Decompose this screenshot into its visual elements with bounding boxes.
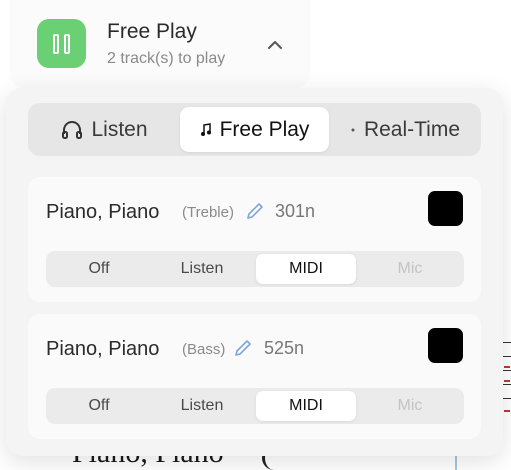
input-mode-selector: Off Listen MIDI Mic [46,388,464,424]
track-card: Piano, Piano (Bass) 525n Off Listen MIDI… [28,314,481,439]
track-clef: (Bass) [182,341,226,358]
note-mark [504,410,510,412]
mode-tabs: Listen Free Play Real-Time [28,103,481,156]
dot-icon [350,127,356,133]
play-options-panel: Listen Free Play Real-Time Piano, Piano … [6,88,503,456]
tab-free-play-label: Free Play [219,117,310,141]
input-option-mic: Mic [397,260,423,277]
tab-free-play[interactable]: Free Play [180,107,329,152]
input-option-listen[interactable]: Listen [152,391,252,421]
tab-real-time[interactable]: Real-Time [333,107,477,152]
track-name: Piano, Piano [46,338,160,360]
track-clef: (Treble) [182,204,234,221]
player-header: Free Play 2 track(s) to play [10,0,310,88]
track-color-swatch[interactable] [428,191,463,226]
track-note-count: 525n [264,338,305,358]
staff-line [502,398,511,399]
input-option-off[interactable]: Off [49,391,149,421]
input-option-listen[interactable]: Listen [152,254,252,284]
tab-listen[interactable]: Listen [32,107,177,152]
track-card: Piano, Piano (Treble) 301n Off Listen MI… [28,177,481,302]
tab-listen-label: Listen [91,117,148,141]
staff-line [502,384,511,385]
input-option-midi[interactable]: MIDI [256,391,356,421]
staff-line [502,342,511,343]
note-mark [504,366,510,368]
staff-line [502,356,511,357]
track-color-swatch[interactable] [428,328,463,363]
input-option-midi[interactable]: MIDI [256,254,356,284]
input-option-off[interactable]: Off [49,254,149,284]
input-mode-selector: Off Listen MIDI Mic [46,251,464,287]
tracks-count: 2 track(s) to play [107,50,226,67]
track-name: Piano, Piano [46,201,160,223]
pencil-icon[interactable] [245,201,265,221]
chevron-up-icon[interactable] [266,36,284,54]
music-note-icon [200,122,212,137]
headphones-icon [61,120,83,140]
pencil-icon[interactable] [233,338,253,358]
note-mark [504,380,510,382]
tab-real-time-label: Real-Time [363,117,461,141]
staff-line [502,370,511,371]
track-note-count: 301n [275,201,316,221]
pause-icon-bar [64,33,70,54]
pause-icon [53,33,59,54]
player-title: Free Play [107,20,197,43]
pause-button[interactable] [37,19,86,68]
input-option-mic: Mic [397,397,423,414]
